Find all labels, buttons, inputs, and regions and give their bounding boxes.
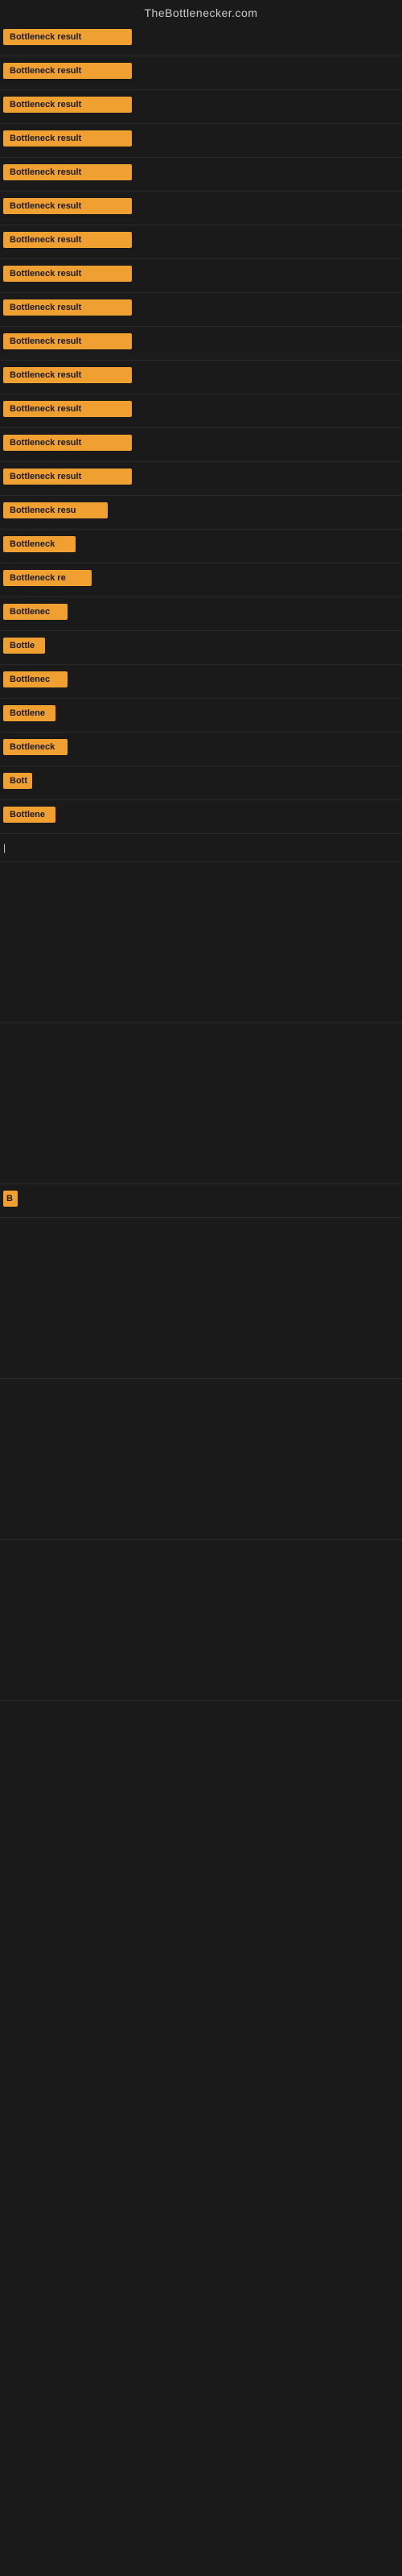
empty-section-4 xyxy=(0,1379,402,1540)
cursor-indicator: | xyxy=(3,842,6,853)
row-16: Bottleneck xyxy=(0,530,402,564)
row-2: Bottleneck result xyxy=(0,56,402,90)
row-9: Bottleneck result xyxy=(0,293,402,327)
empty-section-5 xyxy=(0,1540,402,1701)
row-23: Bott xyxy=(0,766,402,800)
row-3: Bottleneck result xyxy=(0,90,402,124)
row-14: Bottleneck result xyxy=(0,462,402,496)
site-title: TheBottlenecker.com xyxy=(0,0,402,23)
bottleneck-badge-3[interactable]: Bottleneck result xyxy=(3,97,132,113)
bottleneck-badge-21[interactable]: Bottlene xyxy=(3,705,55,721)
row-5: Bottleneck result xyxy=(0,158,402,192)
bottleneck-badge-16[interactable]: Bottleneck xyxy=(3,536,76,552)
bottleneck-badge-24[interactable]: Bottlene xyxy=(3,807,55,823)
bottleneck-badge-1[interactable]: Bottleneck result xyxy=(3,29,132,45)
row-11: Bottleneck result xyxy=(0,361,402,394)
row-20: Bottlenec xyxy=(0,665,402,699)
site-header: TheBottlenecker.com xyxy=(0,0,402,23)
row-7: Bottleneck result xyxy=(0,225,402,259)
bottleneck-badge-2[interactable]: Bottleneck result xyxy=(3,63,132,79)
row-12: Bottleneck result xyxy=(0,394,402,428)
row-4: Bottleneck result xyxy=(0,124,402,158)
bottleneck-badge-17[interactable]: Bottleneck re xyxy=(3,570,92,586)
bottleneck-badge-13[interactable]: Bottleneck result xyxy=(3,435,132,451)
bottleneck-badge-6[interactable]: Bottleneck result xyxy=(3,198,132,214)
bottleneck-badge-26[interactable]: B xyxy=(3,1191,18,1207)
row-10: Bottleneck result xyxy=(0,327,402,361)
bottleneck-badge-9[interactable]: Bottleneck result xyxy=(3,299,132,316)
bottleneck-badge-15[interactable]: Bottleneck resu xyxy=(3,502,108,518)
bottleneck-badge-4[interactable]: Bottleneck result xyxy=(3,130,132,147)
row-25: | xyxy=(0,834,402,862)
bottleneck-badge-19[interactable]: Bottle xyxy=(3,638,45,654)
bottleneck-badge-8[interactable]: Bottleneck result xyxy=(3,266,132,282)
bottleneck-badge-11[interactable]: Bottleneck result xyxy=(3,367,132,383)
bottleneck-badge-10[interactable]: Bottleneck result xyxy=(3,333,132,349)
row-22: Bottleneck xyxy=(0,733,402,766)
bottleneck-badge-7[interactable]: Bottleneck result xyxy=(3,232,132,248)
bottleneck-badge-5[interactable]: Bottleneck result xyxy=(3,164,132,180)
row-26: B xyxy=(0,1184,402,1218)
bottleneck-badge-20[interactable]: Bottlenec xyxy=(3,671,68,687)
row-8: Bottleneck result xyxy=(0,259,402,293)
row-13: Bottleneck result xyxy=(0,428,402,462)
row-18: Bottlenec xyxy=(0,597,402,631)
row-1: Bottleneck result xyxy=(0,23,402,56)
row-6: Bottleneck result xyxy=(0,192,402,225)
bottleneck-badge-12[interactable]: Bottleneck result xyxy=(3,401,132,417)
bottleneck-badge-22[interactable]: Bottleneck xyxy=(3,739,68,755)
bottleneck-badge-18[interactable]: Bottlenec xyxy=(3,604,68,620)
bottleneck-badge-14[interactable]: Bottleneck result xyxy=(3,469,132,485)
row-15: Bottleneck resu xyxy=(0,496,402,530)
row-19: Bottle xyxy=(0,631,402,665)
bottleneck-badge-23[interactable]: Bott xyxy=(3,773,32,789)
row-21: Bottlene xyxy=(0,699,402,733)
row-17: Bottleneck re xyxy=(0,564,402,597)
empty-section-2 xyxy=(0,1023,402,1184)
row-24: Bottlene xyxy=(0,800,402,834)
empty-section-3 xyxy=(0,1218,402,1379)
empty-section-1 xyxy=(0,862,402,1023)
